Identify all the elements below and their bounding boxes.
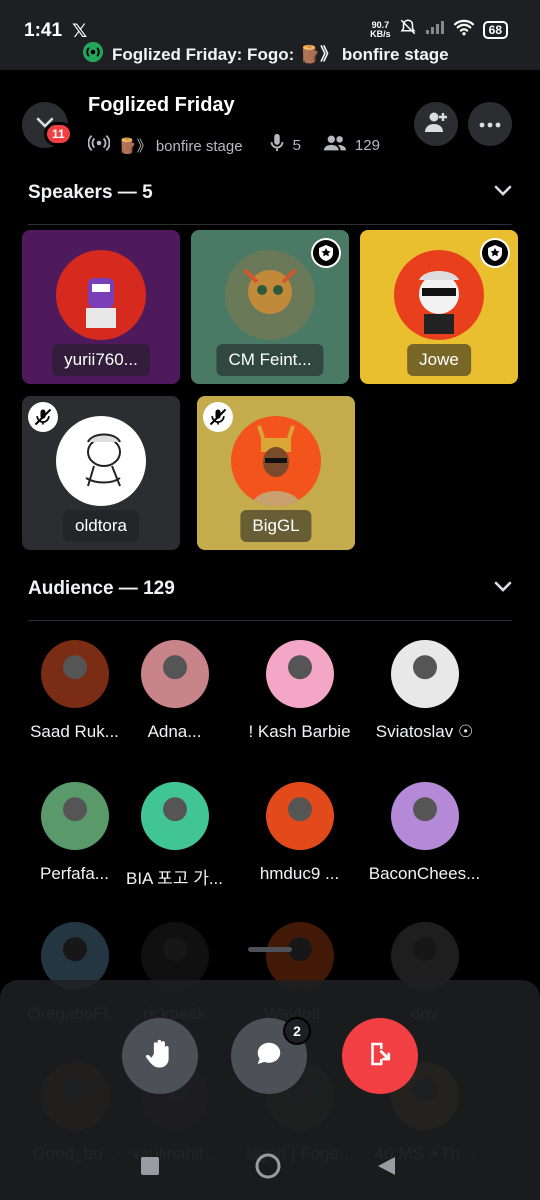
stage-icon xyxy=(87,132,111,158)
invite-button[interactable] xyxy=(414,102,458,146)
chevron-down-icon xyxy=(494,580,512,598)
avatar xyxy=(390,640,459,708)
speaker-tile[interactable]: BigGL xyxy=(197,396,355,550)
microphone-icon xyxy=(269,133,285,157)
speaker-tile[interactable]: Jowe xyxy=(360,230,518,384)
bell-off-icon xyxy=(399,18,417,41)
audience-member[interactable]: Adna... xyxy=(107,640,242,742)
clock: 1:41 xyxy=(24,20,63,41)
audience-member-name: Sviatoslav ☉ xyxy=(375,722,474,741)
raise-hand-button[interactable] xyxy=(122,1018,198,1094)
more-options-button[interactable] xyxy=(468,102,512,146)
listener-count: 129 xyxy=(354,136,380,154)
stage-name: 🪵》 bonfire stage xyxy=(118,137,243,155)
sheet-grabber[interactable] xyxy=(248,947,292,952)
stage-header: 11 Foglized Friday 🪵》 bonfire stage 5 12… xyxy=(0,70,540,180)
triangle-back-icon xyxy=(375,1155,397,1182)
audience-member[interactable]: Sviatoslav ☉ xyxy=(357,640,492,742)
users-icon xyxy=(323,134,347,156)
avatar xyxy=(225,250,315,340)
avatar xyxy=(394,250,484,340)
moderator-badge xyxy=(311,238,341,268)
speaker-name: oldtora xyxy=(63,510,139,542)
audience-member[interactable]: ! Kash Barbie xyxy=(232,640,367,742)
avatar xyxy=(231,416,321,506)
audience-member[interactable]: hmduc9 ... xyxy=(232,782,367,884)
speakers-section-header[interactable]: Speakers — 5 xyxy=(28,180,512,206)
recents-button[interactable] xyxy=(134,1152,166,1184)
stage-meta: 🪵》 bonfire stage 5 129 xyxy=(87,132,380,158)
speaker-name: CM Feint... xyxy=(216,344,324,376)
chat-bubble-icon xyxy=(254,1039,284,1074)
notification-badge: 11 xyxy=(44,122,73,146)
audience-member[interactable]: BaconChees... xyxy=(357,782,492,884)
avatar xyxy=(265,782,334,850)
speaker-tile[interactable]: CM Feint... xyxy=(191,230,349,384)
chevron-down-icon xyxy=(494,184,512,202)
speaker-tile[interactable]: oldtora xyxy=(22,396,180,550)
avatar xyxy=(140,640,209,708)
speaker-tile[interactable]: yurii760... xyxy=(22,230,180,384)
status-icons: 90.7 KB/s 68 xyxy=(370,18,508,41)
circle-icon xyxy=(254,1152,282,1185)
audience-member-name: Adna... xyxy=(147,722,202,741)
avatar xyxy=(140,782,209,850)
speaker-name: Jowe xyxy=(407,344,471,376)
more-dots-icon xyxy=(479,115,501,133)
speaker-name: BigGL xyxy=(240,510,312,542)
muted-icon xyxy=(28,402,58,432)
speaker-count: 5 xyxy=(292,136,301,154)
home-button[interactable] xyxy=(252,1152,284,1184)
audience-member-name: hmduc9 ... xyxy=(259,864,340,883)
avatar xyxy=(40,782,109,850)
avatar xyxy=(390,782,459,850)
status-bar: 1:41 𝕏 90.7 KB/s 68 Foglized Friday: Fogo… xyxy=(0,0,540,70)
chat-unread-badge: 2 xyxy=(283,1017,311,1045)
leave-stage-button[interactable] xyxy=(342,1018,418,1094)
muted-icon xyxy=(203,402,233,432)
add-user-icon xyxy=(424,111,448,138)
stage-banner[interactable]: Foglized Friday: Fogo: 🪵》 bonfire stage xyxy=(82,40,449,64)
stage-banner-text: Foglized Friday: Fogo: 🪵》 bonfire stage xyxy=(112,44,449,64)
section-divider xyxy=(28,620,512,621)
avatar xyxy=(40,640,109,708)
audience-member-name: BIA 포고 가... xyxy=(126,869,223,888)
avatar xyxy=(56,250,146,340)
section-divider xyxy=(28,224,512,225)
audience-member-name: ! Kash Barbie xyxy=(248,722,351,741)
battery-indicator: 68 xyxy=(482,20,508,39)
avatar xyxy=(265,640,334,708)
network-speed: 90.7 KB/s xyxy=(370,19,391,39)
speakers-label: Speakers — 5 xyxy=(28,182,153,203)
leave-icon xyxy=(365,1039,395,1074)
live-stage-icon xyxy=(82,41,104,63)
signal-icon xyxy=(425,19,445,40)
moderator-badge xyxy=(480,238,510,268)
back-button[interactable] xyxy=(370,1152,402,1184)
audience-member-name: BaconChees... xyxy=(368,864,481,883)
square-icon xyxy=(140,1156,160,1181)
avatar xyxy=(56,416,146,506)
wifi-icon xyxy=(453,18,475,41)
audience-label: Audience — 129 xyxy=(28,578,175,599)
hand-icon xyxy=(145,1038,175,1075)
audience-section-header[interactable]: Audience — 129 xyxy=(28,576,512,602)
audience-member[interactable]: BIA 포고 가... xyxy=(107,782,242,889)
speaker-name: yurii760... xyxy=(52,344,150,376)
page-title: Foglized Friday xyxy=(88,94,235,116)
